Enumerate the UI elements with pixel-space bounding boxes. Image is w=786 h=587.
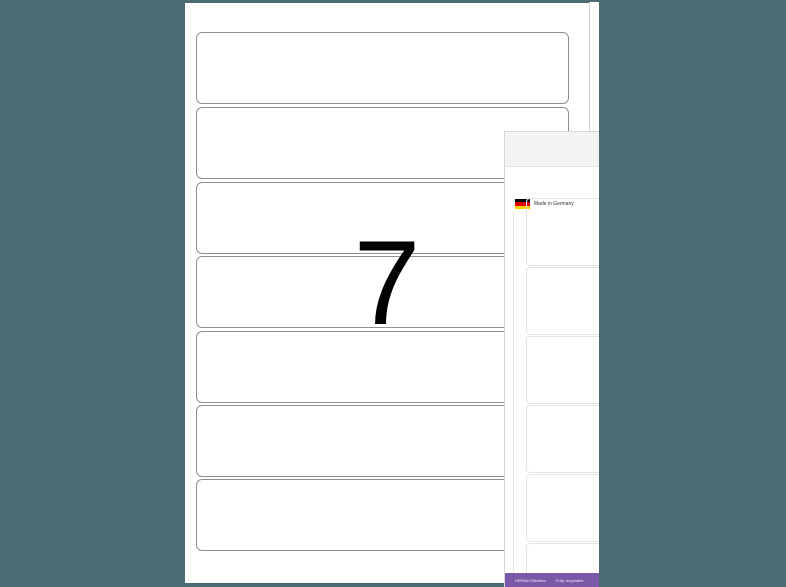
- packaging: Made in Germany HERMA Etiketten Fully re…: [504, 131, 599, 587]
- mini-label: [526, 474, 599, 542]
- footer-text-2: Fully recyclable: [555, 577, 584, 583]
- packaging-sheet-preview: [513, 198, 599, 587]
- mini-label: [526, 405, 599, 473]
- footer-text-1: HERMA Etiketten: [515, 577, 546, 583]
- mini-label: [526, 336, 599, 404]
- packaging-header: [505, 132, 599, 167]
- mini-label: [526, 198, 599, 266]
- label-1: [196, 32, 569, 104]
- mini-label: [526, 267, 599, 335]
- packaging-footer: HERMA Etiketten Fully recyclable: [505, 573, 599, 587]
